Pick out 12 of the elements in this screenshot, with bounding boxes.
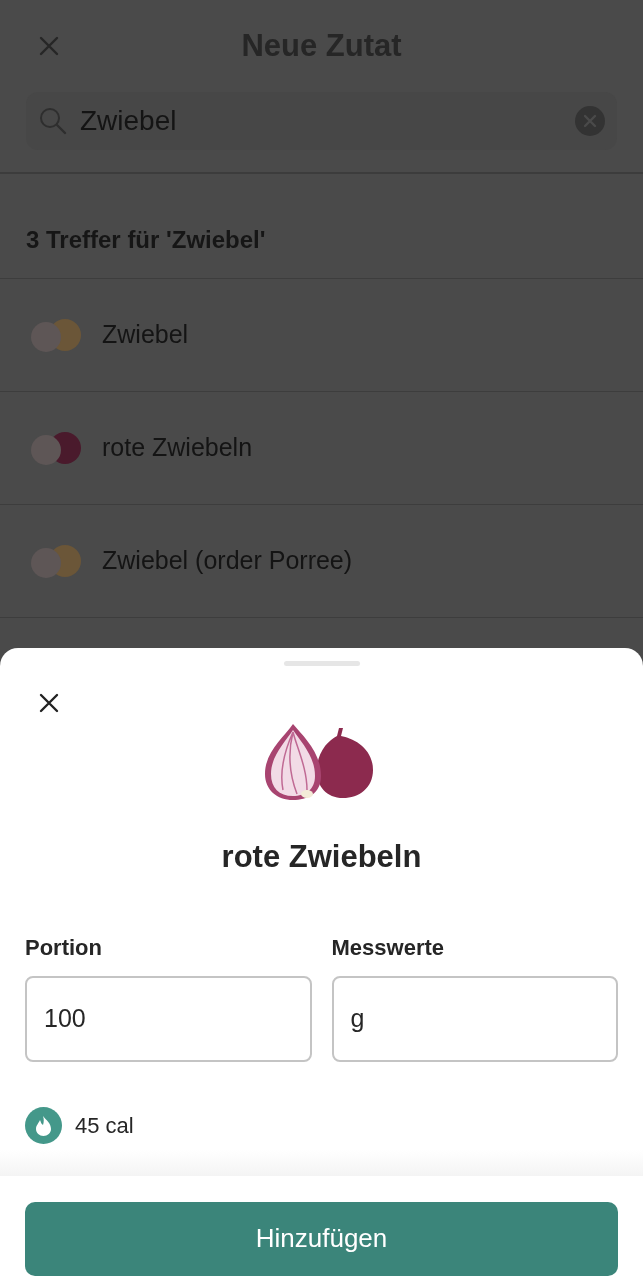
field-label: Portion [25,933,103,962]
drag-handle[interactable] [283,661,360,666]
close-button[interactable] [38,692,60,714]
add-button[interactable]: Hinzufügen [25,1201,618,1276]
input-field[interactable]: g [331,975,618,1062]
flame-icon [25,1107,62,1144]
clear-button[interactable] [575,106,605,136]
field-label: Messwerte [331,933,445,962]
calories-text: 45 cal [75,1112,134,1140]
input-field[interactable]: 100 [25,975,312,1062]
search-icon [38,106,68,136]
ingredient-title: rote Zwiebeln [220,838,423,876]
